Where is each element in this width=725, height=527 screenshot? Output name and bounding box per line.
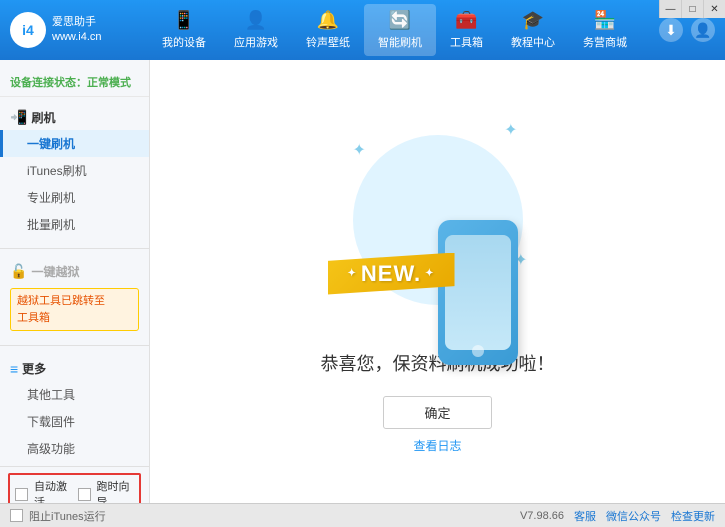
check-update-link[interactable]: 检查更新 [671, 508, 715, 524]
sidebar-bottom: 自动激活 跑时向导 📱 iPhone 15 Pro Max 512GB iPho… [0, 466, 149, 503]
sparkle-1: ✦ [504, 120, 517, 140]
sidebar: 设备连接状态：正常模式 📲 刷机 一键刷机 iTunes刷机 专业刷机 批量刷机… [0, 60, 150, 503]
nav-business[interactable]: 🏪 务营商城 [569, 4, 641, 56]
nav-smart-flash-label: 智能刷机 [378, 34, 422, 50]
footer: 阻止iTunes运行 V7.98.66 客服 微信公众号 检查更新 [0, 503, 725, 527]
confirm-button[interactable]: 确定 [383, 396, 491, 429]
sidebar-item-download-firm[interactable]: 下载固件 [0, 408, 149, 435]
footer-left: 阻止iTunes运行 [10, 508, 106, 524]
jailbreak-note: 越狱工具已跳转至工具箱 [10, 288, 139, 331]
nav-ringtones[interactable]: 🔔 铃声壁纸 [292, 4, 364, 56]
nav-my-device-label: 我的设备 [162, 34, 206, 50]
more-icon: ≡ [10, 361, 18, 377]
jailbreak-section: 🔓 一键越狱 越狱工具已跳转至工具箱 [0, 255, 149, 339]
header-right: ⬇ 👤 [659, 18, 715, 42]
stop-itunes-label: 阻止iTunes运行 [29, 508, 106, 524]
new-ribbon: ✦ NEW. ✦ [328, 253, 455, 295]
ringtones-icon: 🔔 [317, 10, 339, 31]
apps-games-icon: 👤 [245, 10, 267, 31]
sidebar-item-advanced[interactable]: 高级功能 [0, 435, 149, 462]
maximize-button[interactable]: □ [681, 0, 703, 18]
content-area: ✦ ✦ ✦ ✦ NEW. ✦ [150, 60, 725, 503]
nav-tutorial[interactable]: 🎓 教程中心 [497, 4, 569, 56]
logo-icon: i4 [10, 12, 46, 48]
header: i4 爱思助手 www.i4.cn 📱 我的设备 👤 应用游戏 🔔 铃声壁纸 🔄 [0, 0, 725, 60]
jailbreak-section-header: 🔓 一键越狱 [0, 259, 149, 284]
nav-toolbox[interactable]: 🧰 工具箱 [436, 4, 497, 56]
nav-tutorial-label: 教程中心 [511, 34, 555, 50]
log-link[interactable]: 查看日志 [413, 437, 461, 454]
phone-home [472, 345, 484, 357]
sidebar-item-one-key-flash[interactable]: 一键刷机 [0, 130, 149, 157]
main: 设备连接状态：正常模式 📲 刷机 一键刷机 iTunes刷机 专业刷机 批量刷机… [0, 60, 725, 503]
nav-business-label: 务营商城 [583, 34, 627, 50]
more-section-header: ≡ 更多 [0, 356, 149, 381]
phone-illustration: ✦ ✦ ✦ ✦ NEW. ✦ [338, 110, 538, 330]
logo: i4 爱思助手 www.i4.cn [10, 12, 130, 48]
my-device-icon: 📱 [173, 10, 195, 31]
flash-section-icon: 📲 [10, 109, 27, 126]
nav-apps-games[interactable]: 👤 应用游戏 [220, 4, 292, 56]
toolbox-icon: 🧰 [455, 10, 477, 31]
logo-name: 爱思助手 [52, 15, 102, 30]
business-icon: 🏪 [594, 10, 616, 31]
nav-apps-games-label: 应用游戏 [234, 34, 278, 50]
time-guide-checkbox[interactable] [78, 488, 91, 501]
sidebar-item-pro-flash[interactable]: 专业刷机 [0, 184, 149, 211]
wechat-link[interactable]: 微信公众号 [606, 508, 661, 524]
flash-section-header: 📲 刷机 [0, 105, 149, 130]
auto-activate-label: 自动激活 [34, 478, 72, 503]
more-section: ≡ 更多 其他工具 下载固件 高级功能 [0, 352, 149, 466]
sparkle-2: ✦ [353, 140, 366, 160]
nav: 📱 我的设备 👤 应用游戏 🔔 铃声壁纸 🔄 智能刷机 🧰 工具箱 🎓 [130, 4, 659, 56]
new-badge: ✦ NEW. ✦ [328, 253, 455, 295]
flash-section: 📲 刷机 一键刷机 iTunes刷机 专业刷机 批量刷机 [0, 101, 149, 242]
connection-status: 设备连接状态：正常模式 [0, 68, 149, 97]
auto-activate-row: 自动激活 跑时向导 [8, 473, 141, 503]
nav-toolbox-label: 工具箱 [450, 34, 483, 50]
logo-url: www.i4.cn [52, 30, 102, 45]
sidebar-item-other-tools[interactable]: 其他工具 [0, 381, 149, 408]
nav-my-device[interactable]: 📱 我的设备 [148, 4, 220, 56]
time-guide-label: 跑时向导 [97, 478, 135, 503]
nav-smart-flash[interactable]: 🔄 智能刷机 [364, 4, 436, 56]
client-link[interactable]: 客服 [574, 508, 596, 524]
nav-ringtones-label: 铃声壁纸 [306, 34, 350, 50]
stop-itunes-checkbox[interactable] [10, 509, 23, 522]
auto-activate-checkbox[interactable] [15, 488, 28, 501]
minimize-button[interactable]: — [659, 0, 681, 18]
jailbreak-icon: 🔓 [10, 263, 27, 280]
smart-flash-icon: 🔄 [389, 10, 411, 31]
sidebar-item-batch-flash[interactable]: 批量刷机 [0, 211, 149, 238]
close-button[interactable]: ✕ [703, 0, 725, 18]
version-label: V7.98.66 [520, 510, 564, 522]
sidebar-item-itunes-flash[interactable]: iTunes刷机 [0, 157, 149, 184]
download-button[interactable]: ⬇ [659, 18, 683, 42]
account-button[interactable]: 👤 [691, 18, 715, 42]
tutorial-icon: 🎓 [522, 10, 544, 31]
footer-right: V7.98.66 客服 微信公众号 检查更新 [520, 508, 715, 524]
